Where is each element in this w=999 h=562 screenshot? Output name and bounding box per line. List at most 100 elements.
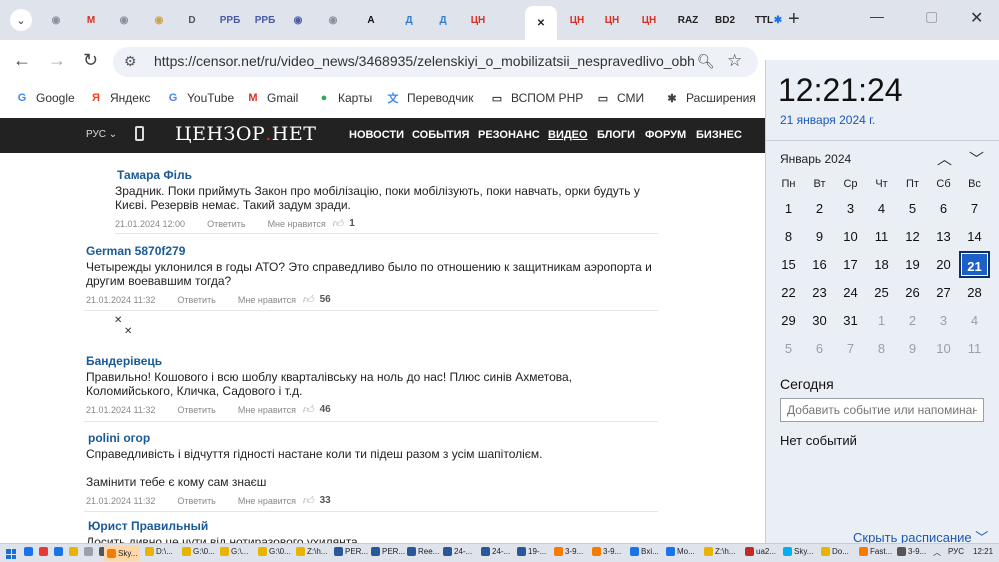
window-close-button[interactable]: ✕ [970,8,983,28]
bookmark-item[interactable]: ▭ СМИ [595,90,644,106]
site-info-icon[interactable]: ⚙ [124,53,137,70]
thumbs-up-icon[interactable]: 👍︎ [332,217,344,230]
comment-author[interactable]: Тамара Філь [117,168,647,182]
date-link[interactable]: 21 января 2024 г. [780,113,875,127]
app-icon[interactable] [69,547,78,556]
reply-link[interactable]: Ответить [207,219,245,229]
browser-tab[interactable]: ◉ [108,6,140,34]
browser-tab[interactable]: РРБ [214,6,246,34]
like-label[interactable]: Мне нравится [238,405,296,415]
bookmark-item[interactable]: 文 Переводчик [385,90,474,106]
reply-link[interactable]: Ответить [177,405,215,415]
calendar-day[interactable]: 15 [773,251,804,278]
calendar-day[interactable]: 11 [866,223,897,250]
taskbar-window-button[interactable]: D:\... [145,547,173,556]
taskbar-clock[interactable]: 12:21 [973,547,993,556]
site-nav-item[interactable]: БЛОГИ [597,129,635,141]
thumbs-up-icon[interactable]: 👍︎ [302,293,314,306]
taskbar-window-button[interactable]: Ree... [407,547,439,556]
calendar-day[interactable]: 26 [897,279,928,306]
calendar-day[interactable]: 17 [835,251,866,278]
browser-tab[interactable]: BD2 [709,6,741,34]
site-nav-item[interactable]: СОБЫТИЯ [412,129,469,141]
taskbar-window-button[interactable]: Sky... [783,547,813,556]
browser-tab[interactable]: RAZ [672,6,704,34]
site-nav-item[interactable]: ВИДЕО [548,129,588,141]
calendar-day[interactable]: 1 [773,195,804,222]
calendar-day[interactable]: 8 [773,223,804,250]
app-icon[interactable] [84,547,93,556]
calendar-day[interactable]: 24 [835,279,866,306]
taskbar-window-button[interactable]: G:\0... [182,547,215,556]
calendar-day[interactable]: 19 [897,251,928,278]
calendar-day[interactable]: 9 [897,335,928,362]
bookmark-item[interactable]: ● Карты [316,90,373,106]
app-icon[interactable] [54,547,63,556]
add-event-input[interactable] [780,398,984,422]
calendar-day[interactable]: 11 [959,335,990,362]
calendar-day[interactable]: 7 [835,335,866,362]
browser-tab[interactable]: ЦН [633,6,665,34]
url-text[interactable]: https://censor.net/ru/video_news/3468935… [154,53,694,69]
bookmark-item[interactable]: G Google [14,90,75,106]
language-selector[interactable]: РУС ⌄ [86,129,117,140]
calendar-day[interactable]: 27 [928,279,959,306]
comment-author[interactable]: Бандерівець [86,354,656,368]
browser-tab[interactable]: ◉ [317,6,349,34]
taskbar-window-button[interactable]: Bxi... [630,547,659,556]
calendar-day[interactable]: 23 [804,279,835,306]
taskbar-window-button[interactable]: 3-9... [554,547,583,556]
calendar-day[interactable]: 13 [928,223,959,250]
comment-author[interactable]: German 5870f279 [86,244,656,258]
calendar-day[interactable]: 14 [959,223,990,250]
back-button[interactable]: ← [13,50,31,71]
calendar-day[interactable]: 8 [866,335,897,362]
site-nav-item[interactable]: РЕЗОНАНС [478,129,540,141]
calendar-day[interactable]: 22 [773,279,804,306]
bookmark-item[interactable]: ▭ ВСПОМ РНР [489,90,583,106]
calendar-day[interactable]: 12 [897,223,928,250]
like-label[interactable]: Мне нравится [238,496,296,506]
calendar-day[interactable]: 31 [835,307,866,334]
taskbar-window-button[interactable]: PER... [371,547,405,556]
calendar-day[interactable]: 30 [804,307,835,334]
browser-tab[interactable]: ЦН [596,6,628,34]
taskbar-window-button[interactable]: Mo... [666,547,695,556]
calendar-day[interactable]: 10 [835,223,866,250]
pinned-apps[interactable] [24,547,112,556]
like-label[interactable]: Мне нравится [268,219,326,229]
reload-button[interactable]: ↻ [83,50,98,71]
like-label[interactable]: Мне нравится [238,295,296,305]
calendar-day[interactable]: 25 [866,279,897,306]
site-nav-item[interactable]: ФОРУМ [645,129,686,141]
thumbs-up-icon[interactable]: 👍︎ [302,494,314,507]
comment-author[interactable]: polini oгор [88,431,658,445]
new-tab-button[interactable]: + [788,8,800,31]
tab-search-button[interactable]: ⌄ [10,9,32,31]
taskbar-window-button[interactable]: Z:\h... [296,547,327,556]
calendar-day[interactable]: 28 [959,279,990,306]
taskbar-window-button[interactable]: G:\0... [258,547,291,556]
calendar-day[interactable]: 3 [835,195,866,222]
browser-tab[interactable]: ◉ [40,6,72,34]
taskbar-window-button[interactable]: ua2... [745,547,776,556]
chevron-down-icon[interactable]: ﹀ [969,148,984,169]
maximize-button[interactable]: ▢ [925,8,938,25]
browser-tab[interactable]: M [75,6,107,34]
calendar-day[interactable]: 20 [928,251,959,278]
search-icon[interactable]: 🔍︎ [697,53,715,70]
tray-chevron-icon[interactable]: ︿ [933,547,941,558]
taskbar-window-button[interactable]: 24-... [481,547,510,556]
calendar-day-today[interactable]: 21 [959,251,990,278]
browser-tab[interactable]: Д [427,6,459,34]
calendar-day[interactable]: 5 [773,335,804,362]
site-nav-item[interactable]: НОВОСТИ [349,129,404,141]
browser-tab[interactable]: A [355,6,387,34]
calendar-day[interactable]: 29 [773,307,804,334]
calendar-day[interactable]: 4 [959,307,990,334]
browser-tab[interactable]: РРБ [249,6,281,34]
taskbar-window-button[interactable]: 3-9... [897,547,926,556]
browser-tab[interactable]: ЦН [561,6,593,34]
site-logo[interactable]: ЦЕНЗОР.НЕТ [175,123,316,145]
app-icon[interactable] [39,547,48,556]
